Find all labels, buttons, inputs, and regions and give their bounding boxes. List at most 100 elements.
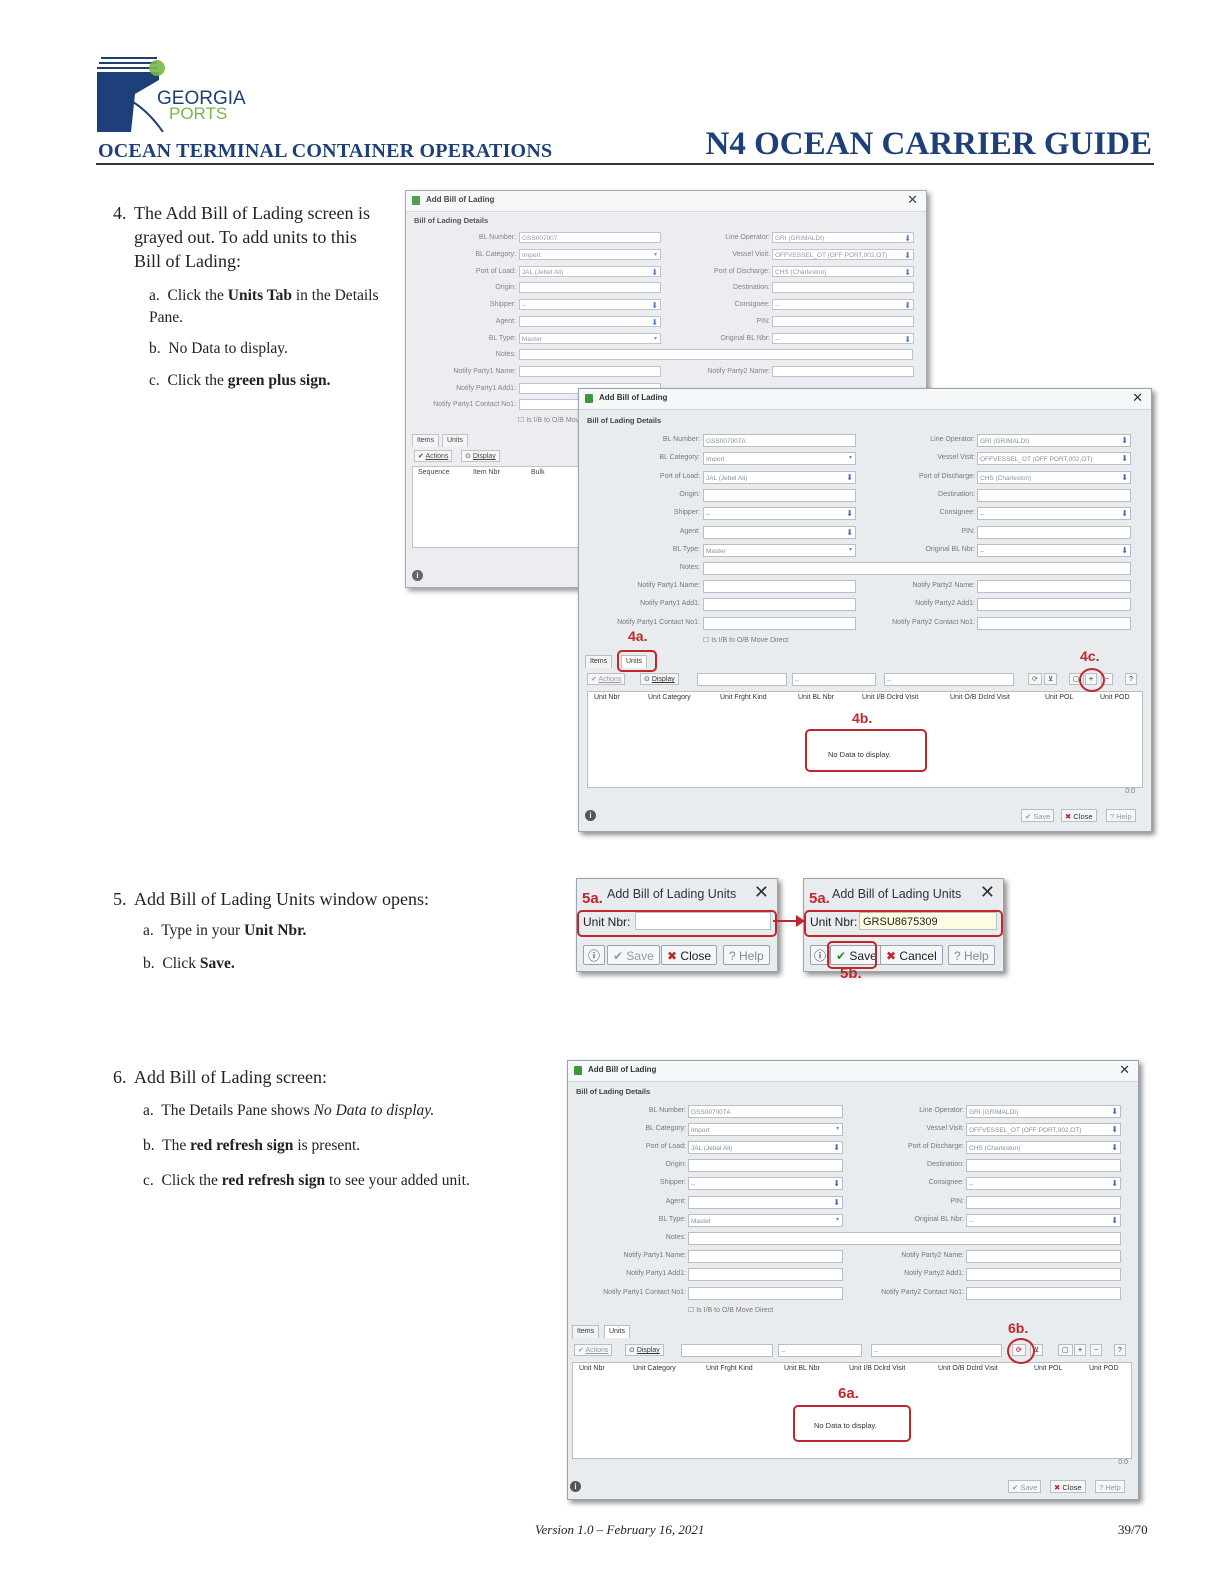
field-np2-add1[interactable] [966,1268,1121,1281]
field-port-of-load[interactable]: JAL (Jebel Ali) ⬇ [519,266,661,277]
field-notes[interactable] [688,1232,1121,1245]
help-button[interactable]: ? Help [1106,809,1136,822]
field-orig-bl-nbr[interactable]: -- ⬇ [772,333,914,344]
help-button[interactable]: ? Help [1095,1480,1125,1493]
field-notes[interactable] [519,349,913,360]
col-unit-ib-dclrd-visit[interactable]: Unit I/B Dclrd Visit [849,1365,905,1372]
info-icon[interactable]: i [570,1481,581,1492]
field-port-of-load[interactable]: JAL (Jebel Ali) ⬇ [688,1141,843,1154]
filter-dropdown-2[interactable]: -- [884,673,1014,686]
actions-button[interactable]: ✔ Actions [587,673,626,685]
field-np2-contact[interactable] [977,617,1131,630]
col-unit-ob-dclrd-visit[interactable]: Unit O/B Dclrd Visit [950,694,1010,701]
field-pin[interactable] [966,1196,1121,1209]
col-bulk[interactable]: Bulk [531,469,545,476]
field-np1-add1[interactable] [688,1268,843,1281]
move-direct-checkbox[interactable]: ☐ Is I/B to O/B Move Direct [688,1305,773,1317]
filter-dropdown-1[interactable]: -- [792,673,876,686]
col-unit-bl-nbr[interactable]: Unit BL Nbr [798,694,834,701]
info-icon[interactable]: i [585,810,596,821]
col-unit-category[interactable]: Unit Category [633,1365,676,1372]
col-sequence[interactable]: Sequence [418,469,450,476]
col-unit-nbr[interactable]: Unit Nbr [594,694,620,701]
filter-icon[interactable]: ⊻ [1044,673,1058,685]
info-icon[interactable]: ⓘ [583,945,605,965]
tab-items[interactable]: Items [412,434,440,447]
actions-button[interactable]: ✔ Actions [574,1344,613,1356]
filter-dropdown-1[interactable]: -- [778,1344,862,1357]
save-button[interactable]: ✔ Save [607,945,660,965]
field-bl-type[interactable]: Master ▾ [519,333,661,344]
field-agent[interactable]: ⬇ [519,316,661,327]
tab-items[interactable]: Items [572,1325,600,1338]
col-unit-category[interactable]: Unit Category [648,694,691,701]
field-origin[interactable] [688,1159,843,1172]
field-port-of-discharge[interactable]: CHS (Charleston) ⬇ [977,471,1131,484]
close-button[interactable]: ✖ Close [1061,809,1097,822]
col-unit-nbr[interactable]: Unit Nbr [579,1365,605,1372]
col-unit-pol[interactable]: Unit POL [1034,1365,1062,1372]
field-consignee[interactable]: -- ⬇ [772,299,914,310]
display-button[interactable]: ⊙ Display [625,1344,664,1356]
field-bl-category[interactable]: Import ▾ [703,452,856,465]
field-bl-number[interactable]: GSS007007 [519,232,661,243]
info-icon[interactable]: i [412,570,423,581]
display-button[interactable]: ⊙ Display [640,673,679,685]
field-bl-number[interactable]: GSS007007A [688,1105,843,1118]
close-icon[interactable]: ✕ [980,882,995,903]
close-icon[interactable]: ✕ [754,882,769,903]
field-agent[interactable]: ⬇ [703,526,856,539]
close-button[interactable]: ✖ Close [661,945,718,965]
field-np2-contact[interactable] [966,1287,1121,1300]
field-shipper[interactable]: -- ⬇ [519,299,661,310]
field-port-of-discharge[interactable]: CHS (Charleston) ⬇ [772,266,914,277]
field-port-of-load[interactable]: JAL (Jebel Ali) ⬇ [703,471,856,484]
save-button[interactable]: ✔ Save [1008,1480,1042,1493]
field-agent[interactable]: ⬇ [688,1196,843,1209]
col-unit-pod[interactable]: Unit POD [1089,1365,1119,1372]
field-notes[interactable] [703,562,1131,575]
cancel-button[interactable]: ✖ Cancel [880,945,943,965]
help-button[interactable]: ? Help [723,945,770,965]
close-icon[interactable]: ✕ [907,192,918,208]
field-bl-type[interactable]: Master ▾ [703,544,856,557]
field-bl-category[interactable]: Import ▾ [688,1123,843,1136]
field-line-operator[interactable]: GRI (GRIMALDI) ⬇ [966,1105,1121,1118]
col-unit-ob-dclrd-visit[interactable]: Unit O/B Dclrd Visit [938,1365,998,1372]
tab-units[interactable]: Units [604,1325,630,1338]
field-line-operator[interactable]: GRI (GRIMALDI) ⬇ [977,434,1131,447]
field-np2-name[interactable] [966,1250,1121,1263]
field-np1-name[interactable] [703,580,856,593]
col-unit-pod[interactable]: Unit POD [1100,694,1130,701]
field-np1-name[interactable] [519,366,661,377]
field-np2-add1[interactable] [977,598,1131,611]
col-unit-frght-kind[interactable]: Unit Frght Kind [720,694,767,701]
col-unit-pol[interactable]: Unit POL [1045,694,1073,701]
field-np2-name[interactable] [772,366,914,377]
close-icon[interactable]: ✕ [1132,390,1143,406]
help-icon[interactable]: ? [1125,673,1137,685]
field-destination[interactable] [966,1159,1121,1172]
field-consignee[interactable]: -- ⬇ [966,1177,1121,1190]
field-shipper[interactable]: -- ⬇ [703,507,856,520]
tab-items[interactable]: Items [585,655,613,668]
help-button[interactable]: ? Help [948,945,995,965]
remove-minus-icon[interactable]: − [1090,1344,1103,1356]
add-plus-icon[interactable]: + [1074,1344,1087,1356]
col-unit-bl-nbr[interactable]: Unit BL Nbr [784,1365,820,1372]
field-line-operator[interactable]: GRI (GRIMALDI) ⬇ [772,232,914,243]
field-pin[interactable] [772,316,914,327]
field-destination[interactable] [772,282,914,293]
close-button[interactable]: ✖ Close [1050,1480,1086,1493]
help-icon[interactable]: ? [1114,1344,1126,1356]
field-origin[interactable] [519,282,661,293]
field-np1-contact[interactable] [703,617,856,630]
actions-button[interactable]: ✔ Actions [414,450,453,462]
display-button[interactable]: ⊙ Display [461,450,500,462]
save-button[interactable]: ✔ Save [1021,809,1055,822]
copy-icon[interactable]: ▢ [1058,1344,1073,1356]
refresh-icon[interactable]: ⟳ [1028,673,1042,685]
field-orig-bl-nbr[interactable]: -- ⬇ [966,1214,1121,1227]
field-consignee[interactable]: -- ⬇ [977,507,1131,520]
field-np2-name[interactable] [977,580,1131,593]
